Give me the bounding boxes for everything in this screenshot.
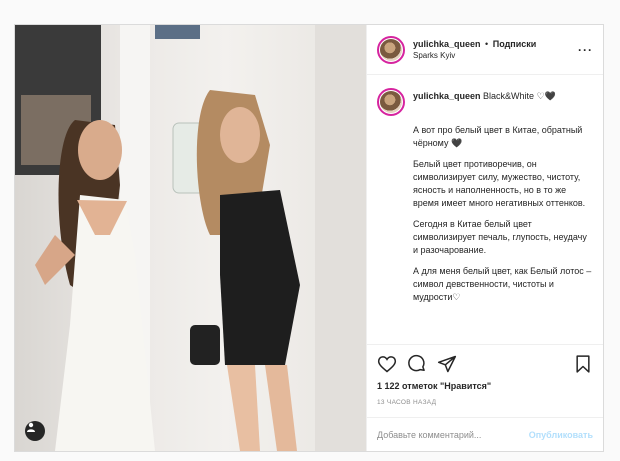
caption-username[interactable]: yulichka_queen (413, 91, 481, 101)
location-link[interactable]: Sparks Kyiv (413, 51, 578, 60)
instagram-post: yulichka_queen • Подписки Sparks Kyiv ··… (14, 24, 604, 452)
post-actions: 1 122 отметок "Нравится" 13 часов назад (367, 344, 603, 406)
caption-paragraph: Белый цвет противоречив, он символизируе… (413, 159, 586, 208)
bookmark-icon[interactable] (573, 354, 593, 374)
caption-avatar[interactable] (377, 88, 405, 116)
user-tag-icon[interactable] (25, 421, 45, 441)
caption-body: А вот про белый цвет в Китае, обратный ч… (413, 124, 593, 304)
avatar[interactable] (377, 35, 405, 64)
separator-dot: • (485, 39, 489, 49)
header-username[interactable]: yulichka_queen (413, 39, 481, 49)
likes-count[interactable]: 1 122 отметок "Нравится" (377, 381, 593, 391)
comment-bar: Опубликовать (367, 417, 603, 451)
caption-first-line: Black&White ♡🖤 (483, 91, 556, 101)
heart-icon[interactable] (377, 354, 397, 374)
post-side-panel: yulichka_queen • Подписки Sparks Kyiv ··… (366, 25, 603, 451)
caption-paragraph: Сегодня в Китае белый цвет символизирует… (413, 219, 587, 255)
share-icon[interactable] (437, 354, 457, 374)
comment-input[interactable] (377, 429, 529, 440)
comment-icon[interactable] (407, 354, 427, 374)
handbag (190, 325, 220, 365)
post-header: yulichka_queen • Подписки Sparks Kyiv ··… (367, 25, 603, 75)
caption: yulichka_queen Black&White ♡🖤 А вот про … (367, 76, 603, 344)
publish-button[interactable]: Опубликовать (529, 430, 593, 440)
photo-illustration (15, 25, 366, 451)
post-timestamp[interactable]: 13 часов назад (377, 399, 593, 406)
black-dress (220, 190, 300, 365)
caption-paragraph: А вот про белый цвет в Китае, обратный ч… (413, 125, 583, 148)
more-options-icon[interactable]: ··· (578, 43, 593, 57)
following-button[interactable]: Подписки (493, 39, 537, 49)
post-photo[interactable] (15, 25, 366, 451)
caption-paragraph: А для меня белый цвет, как Белый лотос –… (413, 266, 592, 302)
